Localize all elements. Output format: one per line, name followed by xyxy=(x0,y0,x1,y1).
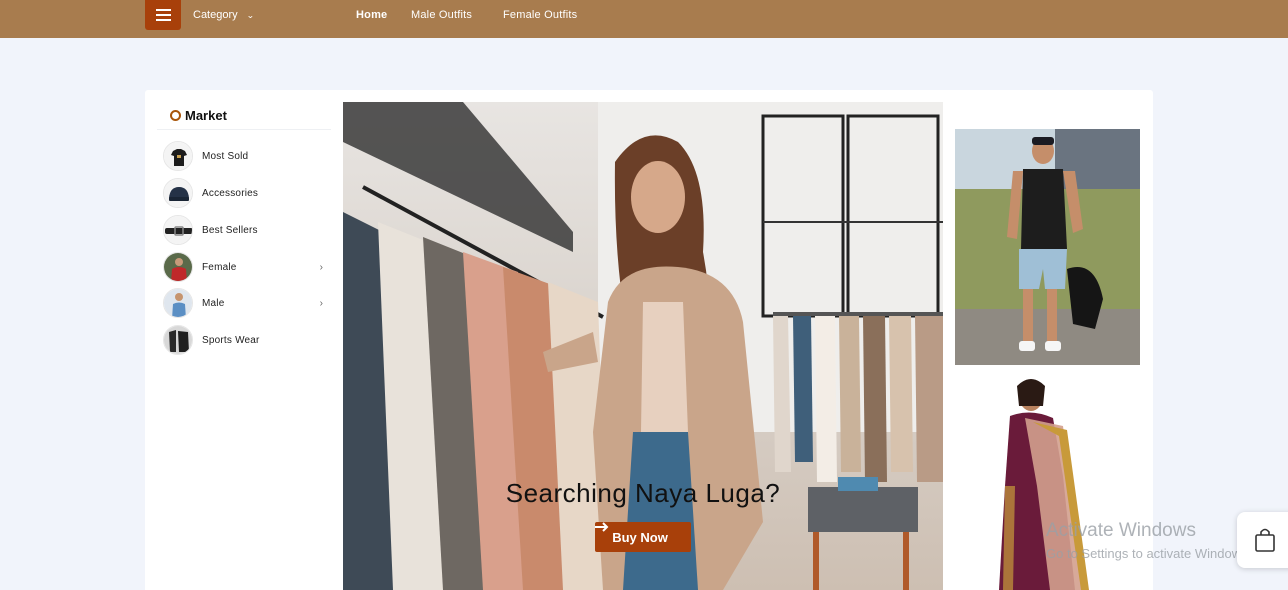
female-thumbnail xyxy=(163,252,193,282)
accessories-thumbnail xyxy=(163,178,193,208)
sidebar-item-sports-wear[interactable]: Sports Wear xyxy=(163,325,331,355)
shopping-bag-icon xyxy=(1255,528,1275,552)
chevron-right-icon: › xyxy=(319,297,323,309)
menu-toggle-button[interactable] xyxy=(145,0,181,30)
top-navbar: Category ⌄ Home Male Outfits Female Outf… xyxy=(0,0,1288,38)
nav-male-outfits[interactable]: Male Outfits xyxy=(411,9,472,21)
sidebar-item-accessories[interactable]: Accessories xyxy=(163,178,331,208)
category-dropdown[interactable]: Category ⌄ xyxy=(193,9,255,21)
sidebar-item-label: Accessories xyxy=(202,187,259,199)
sidebar-item-label: Male xyxy=(202,297,225,309)
sports-wear-thumbnail xyxy=(163,325,193,355)
activate-windows-title: Activate Windows xyxy=(1046,520,1196,541)
hero-banner: Searching Naya Luga? Buy Now xyxy=(343,102,943,590)
hero-image xyxy=(343,102,943,590)
sidebar-item-label: Most Sold xyxy=(202,150,249,162)
menu-icon-bar xyxy=(155,19,171,21)
floating-cart-button[interactable] xyxy=(1237,512,1288,568)
nav-home[interactable]: Home xyxy=(356,9,387,21)
market-title: Market xyxy=(185,108,227,123)
sidebar-item-most-sold[interactable]: Most Sold xyxy=(163,141,331,171)
market-heading: Market xyxy=(157,102,331,130)
male-outfit-image[interactable] xyxy=(955,129,1140,365)
sidebar-item-female[interactable]: Female › xyxy=(163,252,331,282)
activate-windows-subtitle: Go to Settings to activate Windows. xyxy=(1046,546,1252,561)
menu-icon-bar xyxy=(155,14,171,16)
buy-now-label: Buy Now xyxy=(612,529,668,545)
sidebar-item-best-sellers[interactable]: Best Sellers xyxy=(163,215,331,245)
most-sold-thumbnail xyxy=(163,141,193,171)
category-label: Category xyxy=(193,9,238,21)
market-sidebar: Market xyxy=(157,102,331,130)
sidebar-item-male[interactable]: Male › xyxy=(163,288,331,318)
ring-icon xyxy=(170,110,181,121)
sidebar-item-label: Best Sellers xyxy=(202,224,258,236)
banner-title: Searching Naya Luga? xyxy=(505,478,781,508)
sidebar-item-label: Sports Wear xyxy=(202,334,260,346)
chevron-down-icon: ⌄ xyxy=(245,10,255,20)
male-thumbnail xyxy=(163,288,193,318)
best-sellers-thumbnail xyxy=(163,215,193,245)
chevron-right-icon: › xyxy=(319,261,323,273)
menu-icon-bar xyxy=(155,9,171,11)
sidebar-item-label: Female xyxy=(202,261,237,273)
buy-now-button[interactable]: Buy Now xyxy=(595,522,691,552)
nav-female-outfits[interactable]: Female Outfits xyxy=(503,9,577,21)
